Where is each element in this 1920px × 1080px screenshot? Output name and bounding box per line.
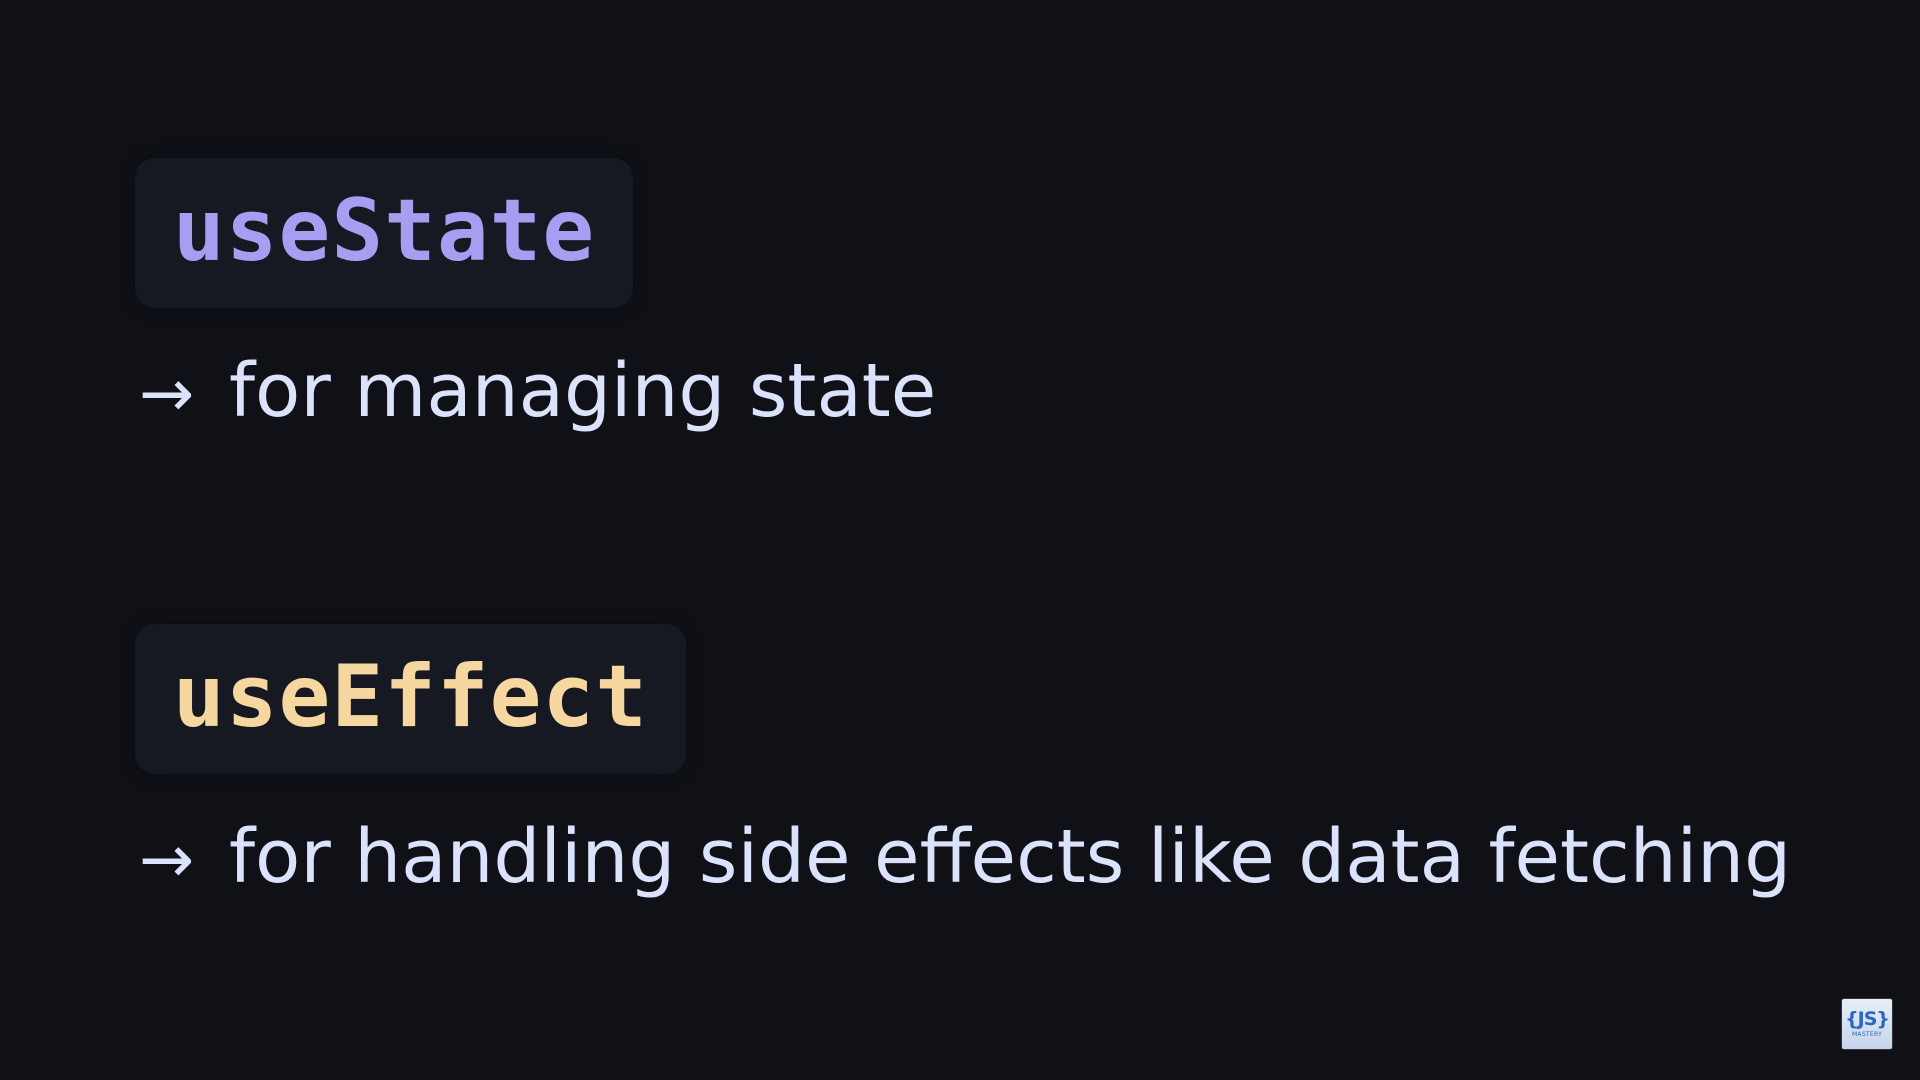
- right-arrow-icon: →: [139, 821, 195, 898]
- use-state-code-label: useState: [135, 158, 634, 308]
- logo-sub-text: MASTERY: [1851, 1031, 1883, 1038]
- presentation-slide: useState → for managing state useEffect …: [0, 0, 1920, 1080]
- use-state-description-line: → for managing state: [135, 354, 936, 428]
- logo-main-text: {JS}: [1845, 1008, 1890, 1030]
- right-arrow-icon: →: [139, 355, 195, 432]
- use-state-description: for managing state: [229, 348, 937, 434]
- use-effect-code-label: useEffect: [135, 624, 686, 774]
- use-effect-section: useEffect → for handling side effects li…: [135, 624, 1791, 894]
- use-effect-description: for handling side effects like data fetc…: [229, 814, 1792, 900]
- jsm-logo-icon: {JS} MASTERY: [1842, 999, 1892, 1049]
- use-effect-description-line: → for handling side effects like data fe…: [135, 820, 1791, 894]
- use-state-section: useState → for managing state: [135, 158, 936, 428]
